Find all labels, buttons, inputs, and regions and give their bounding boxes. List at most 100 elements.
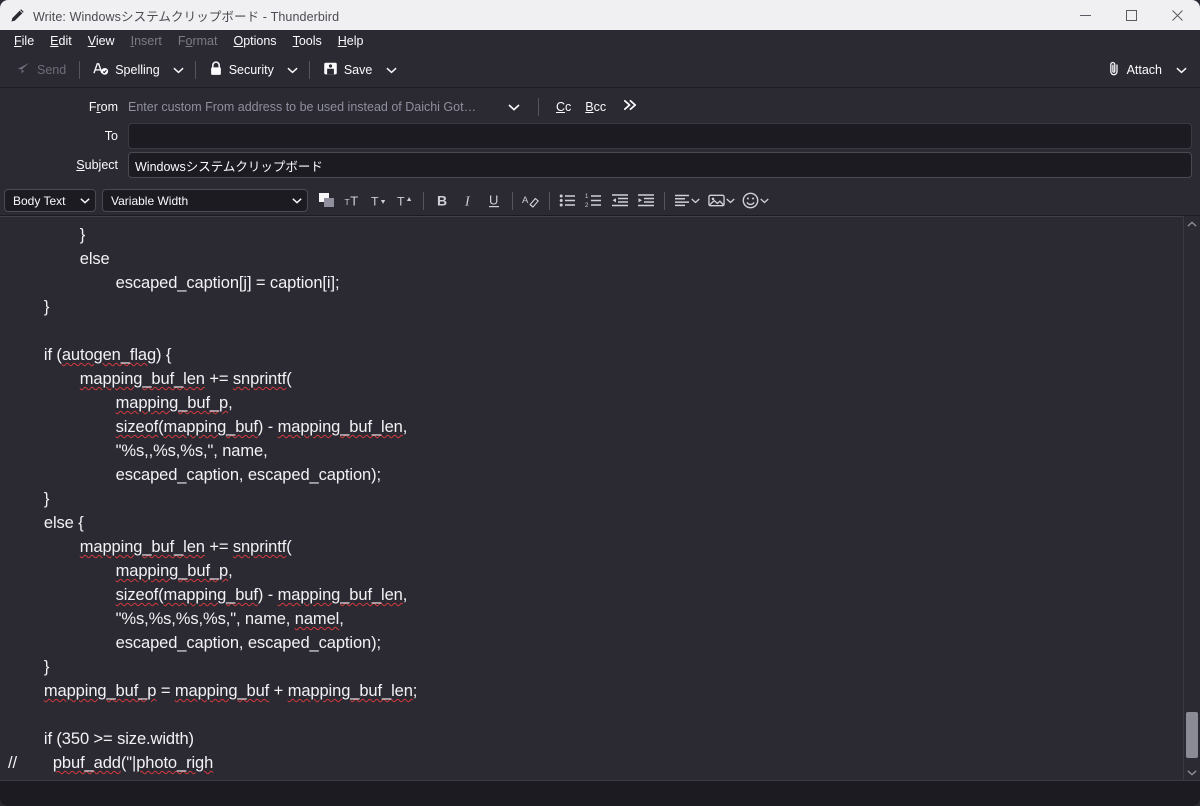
svg-text:B: B bbox=[437, 193, 447, 209]
header-divider bbox=[538, 98, 539, 116]
chevron-down-icon bbox=[80, 197, 90, 204]
save-button[interactable]: Save bbox=[315, 56, 381, 84]
security-dropdown-chevron-down-icon[interactable] bbox=[282, 56, 304, 84]
menu-edit[interactable]: Edit bbox=[42, 32, 80, 51]
subject-label: Subject bbox=[76, 158, 118, 172]
scrollbar-thumb[interactable] bbox=[1186, 712, 1198, 758]
body-text: ) - bbox=[257, 418, 278, 436]
save-dropdown-chevron-down-icon[interactable] bbox=[380, 56, 402, 84]
menu-options[interactable]: Options bbox=[225, 32, 284, 51]
format-divider bbox=[664, 191, 665, 210]
floppy-disk-icon bbox=[323, 61, 338, 79]
maximize-icon[interactable] bbox=[1108, 0, 1154, 30]
body-line: sizeof(mapping_buf) - mapping_buf_len, bbox=[0, 583, 1183, 607]
body-text: else { bbox=[43, 514, 84, 532]
body-text: escaped_caption, escaped_caption); bbox=[115, 634, 382, 652]
double-chevron-right-icon[interactable] bbox=[617, 97, 644, 117]
menubar: File Edit View Insert Format Options Too… bbox=[0, 30, 1200, 52]
from-field-container: Enter custom From address to be used ins… bbox=[128, 96, 1192, 118]
attach-dropdown-chevron-down-icon[interactable] bbox=[1170, 56, 1192, 84]
align-icon[interactable] bbox=[670, 188, 704, 214]
comment-marker: // bbox=[8, 754, 17, 772]
from-input[interactable]: Enter custom From address to be used ins… bbox=[128, 97, 478, 117]
outdent-icon[interactable] bbox=[607, 188, 633, 214]
insert-image-icon[interactable] bbox=[704, 188, 738, 214]
numbered-list-icon[interactable]: 1 2 bbox=[581, 188, 607, 214]
spelling-dropdown-chevron-down-icon[interactable] bbox=[168, 56, 190, 84]
menu-tools[interactable]: Tools bbox=[285, 32, 330, 51]
subject-input[interactable]: Windowsシステムクリップボード bbox=[128, 152, 1192, 178]
security-button[interactable]: Security bbox=[201, 56, 282, 84]
bullet-list-icon[interactable] bbox=[555, 188, 581, 214]
body-line: mapping_buf_len += snprintf( bbox=[0, 535, 1183, 559]
to-input[interactable] bbox=[128, 123, 1192, 149]
scroll-up-chevron-up-icon[interactable] bbox=[1184, 216, 1200, 232]
toolbar-divider bbox=[79, 60, 81, 79]
attach-button[interactable]: Attach bbox=[1099, 56, 1170, 84]
statusbar bbox=[0, 780, 1200, 806]
body-text: escaped_caption, escaped_caption); bbox=[115, 466, 382, 484]
format-divider bbox=[549, 191, 550, 210]
font-family-select[interactable]: Variable Width bbox=[102, 189, 308, 212]
menu-view[interactable]: View bbox=[80, 32, 123, 51]
from-chevron-down-icon[interactable] bbox=[500, 96, 528, 118]
body-line: } bbox=[0, 487, 1183, 511]
underline-icon[interactable]: U bbox=[481, 188, 507, 214]
subject-row: Subject Windowsシステムクリップボード bbox=[8, 152, 1192, 178]
body-vertical-scrollbar[interactable] bbox=[1183, 216, 1200, 780]
minimize-icon[interactable] bbox=[1062, 0, 1108, 30]
bcc-button[interactable]: Bcc bbox=[578, 97, 613, 117]
misspelled-word: mapping_buf_len bbox=[287, 682, 413, 700]
svg-text:T: T bbox=[396, 195, 404, 209]
menu-help[interactable]: Help bbox=[330, 32, 372, 51]
body-line: // pbuf_add("|photo_righ bbox=[0, 751, 1183, 775]
scroll-down-chevron-down-icon[interactable] bbox=[1184, 764, 1200, 780]
bold-icon[interactable]: B bbox=[429, 188, 455, 214]
message-body-editor[interactable]: } else escaped_caption[j] = caption[i]; … bbox=[0, 216, 1183, 780]
text-color-icon[interactable] bbox=[314, 188, 340, 214]
body-text: ( bbox=[286, 370, 292, 388]
increase-font-size-icon[interactable]: T T bbox=[340, 188, 366, 214]
scrollbar-track[interactable] bbox=[1184, 232, 1200, 764]
paragraph-style-select[interactable]: Body Text bbox=[4, 189, 96, 212]
svg-text:2: 2 bbox=[585, 203, 589, 209]
body-text: "%s,,%s,%s,", name, bbox=[115, 442, 268, 460]
misspelled-word: mapping_buf bbox=[163, 586, 258, 604]
italic-icon[interactable]: I bbox=[455, 188, 481, 214]
body-text: += bbox=[204, 538, 233, 556]
menu-format: Format bbox=[177, 33, 218, 48]
compose-toolbar: Send Spelling Security Save Attach bbox=[0, 52, 1200, 88]
svg-text:T: T bbox=[350, 194, 358, 209]
body-text: + bbox=[269, 682, 288, 700]
body-line: escaped_caption[j] = caption[i]; bbox=[0, 271, 1183, 295]
body-line: else { bbox=[0, 511, 1183, 535]
remove-formatting-icon[interactable]: A bbox=[518, 188, 544, 214]
font-size-icon[interactable]: T bbox=[392, 188, 418, 214]
menu-file[interactable]: File bbox=[6, 32, 42, 51]
emoji-icon[interactable] bbox=[738, 188, 772, 214]
body-text: ; bbox=[412, 682, 418, 700]
misspelled-word: photo_righ bbox=[136, 754, 214, 772]
close-icon[interactable] bbox=[1154, 0, 1200, 30]
body-text: = bbox=[156, 682, 175, 700]
pencil-icon bbox=[9, 7, 25, 23]
message-headers: From Enter custom From address to be use… bbox=[0, 88, 1200, 186]
indent-icon[interactable] bbox=[633, 188, 659, 214]
send-button[interactable]: Send bbox=[8, 56, 74, 84]
toolbar-divider bbox=[308, 60, 310, 79]
body-line: escaped_caption, escaped_caption); bbox=[0, 631, 1183, 655]
spelling-button[interactable]: Spelling bbox=[85, 56, 167, 84]
decrease-font-size-icon[interactable]: T bbox=[366, 188, 392, 214]
cc-button[interactable]: Cc bbox=[549, 97, 578, 117]
window-title: Write: Windowsシステムクリップボード - Thunderbird bbox=[33, 9, 340, 24]
misspelled-word: snprintf bbox=[232, 370, 287, 388]
